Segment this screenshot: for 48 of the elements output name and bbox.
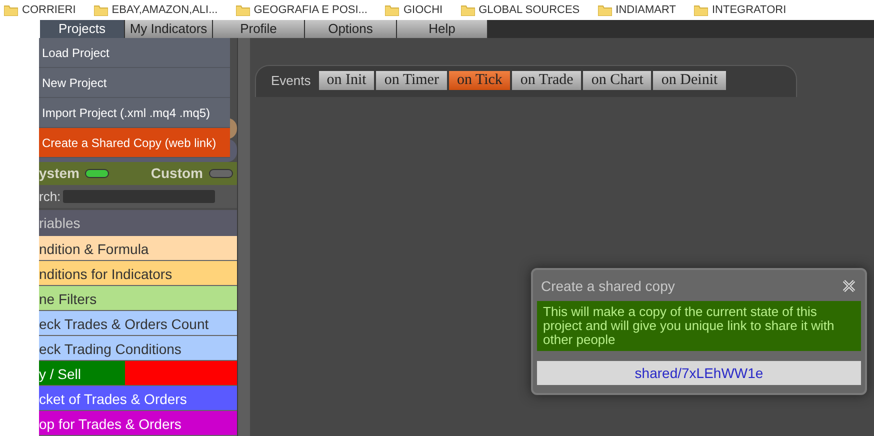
bookmark-link[interactable]: GIOCHI: [403, 3, 443, 17]
bookmark-link[interactable]: INDIAMART: [616, 3, 676, 17]
block-item[interactable]: y / Sell: [39, 361, 237, 386]
bookmark-link[interactable]: GEOGRAFIA E POSI...: [254, 3, 368, 17]
menu-tab[interactable]: Options: [305, 20, 397, 38]
event-tab[interactable]: on Deinit: [653, 71, 726, 90]
menu-tab[interactable]: My Indicators: [125, 20, 213, 38]
event-tab[interactable]: on Init: [318, 71, 374, 90]
menu-item[interactable]: Create a Shared Copy (web link): [39, 128, 230, 158]
event-tab[interactable]: on Chart: [583, 71, 652, 90]
toggle-switch[interactable]: [209, 169, 233, 178]
toggle-label: Custom: [150, 164, 203, 184]
block-item[interactable]: op for Trades & Orders: [39, 411, 237, 436]
folder-icon: [598, 4, 612, 16]
menu-item[interactable]: Load Project: [39, 38, 230, 68]
info-message: This will make a copy of the current state of this project and will give you unique link to share it with other people: [537, 301, 861, 351]
menu-item[interactable]: New Project: [39, 68, 230, 98]
folder-icon: [4, 4, 18, 16]
event-tab[interactable]: on Trade: [512, 71, 582, 90]
block-item[interactable]: nditions for Indicators: [39, 261, 237, 286]
folder-icon: [460, 4, 475, 16]
toggle-label: ystem: [39, 164, 80, 184]
block-item[interactable]: eck Trading Conditions: [39, 336, 237, 362]
menu-tab[interactable]: Profile: [213, 20, 305, 38]
block-item[interactable]: eck Trades & Orders Count: [39, 311, 237, 336]
bookmark-link[interactable]: EBAY,AMAZON,ALI...: [112, 3, 218, 17]
folder-icon: [94, 4, 108, 16]
close-icon[interactable]: [841, 278, 857, 294]
scrollbar[interactable]: [237, 38, 250, 436]
events-label: Events: [271, 72, 311, 90]
toggle-switch[interactable]: [85, 169, 110, 178]
bookmark-link[interactable]: INTEGRATORI: [712, 3, 786, 17]
section-header: riables: [39, 210, 237, 236]
block-item[interactable]: ndition & Formula: [39, 236, 237, 262]
folder-icon: [694, 4, 708, 16]
menu-tab[interactable]: Help: [397, 20, 488, 38]
folder-icon: [236, 4, 250, 16]
search-field[interactable]: [62, 190, 215, 204]
bookmark-link[interactable]: GLOBAL SOURCES: [478, 3, 580, 17]
menu-tab[interactable]: Projects: [40, 20, 125, 38]
event-tab[interactable]: on Tick: [448, 71, 510, 90]
bookmark-link[interactable]: CORRIERI: [22, 3, 76, 17]
dialog-title: Create a shared copy: [541, 276, 675, 296]
block-item[interactable]: ne Filters: [39, 286, 237, 312]
folder-icon: [385, 4, 400, 16]
event-tab[interactable]: on Timer: [376, 71, 447, 90]
search-label: rch:: [39, 188, 61, 206]
block-item[interactable]: cket of Trades & Orders: [39, 386, 237, 412]
